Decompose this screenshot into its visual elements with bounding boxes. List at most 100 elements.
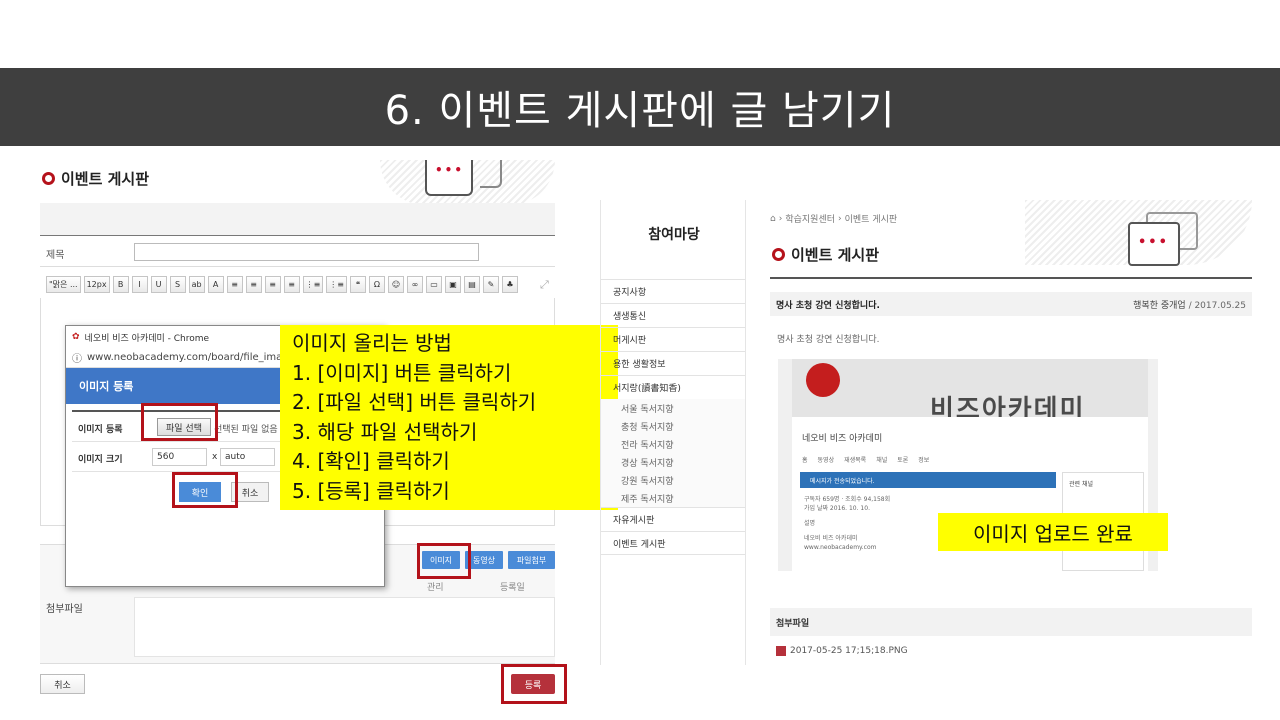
toolbar-button[interactable]: 12px (83, 275, 110, 293)
side-nav-item[interactable]: 서지랑(讀書知香) (601, 375, 745, 399)
board-title: 이벤트 게시판 (42, 168, 149, 189)
title-ring-icon (772, 248, 785, 261)
breadcrumb-item[interactable]: 학습지원센터 (785, 212, 835, 225)
callout-step: 3. 해당 파일 선택하기 (292, 419, 478, 444)
callout-step: 5. [등록] 클릭하기 (292, 478, 450, 503)
callout-step: 1. [이미지] 버튼 클릭하기 (292, 360, 512, 385)
side-nav-sub-item[interactable]: 충청 독서지향 (601, 417, 745, 435)
form-top-bar (40, 203, 555, 236)
side-nav-item-free-board[interactable]: 자유게시판 (601, 507, 745, 531)
info-icon: ⓘ (72, 354, 82, 365)
file-icon (776, 646, 786, 656)
callout-steps: 1. [이미지] 버튼 클릭하기 2. [파일 선택] 버튼 클릭하기 3. 해… (292, 359, 606, 507)
post-body: 명사 초청 강연 신청합니다. (777, 335, 880, 345)
title-divider (770, 277, 1252, 279)
toolbar-button[interactable]: ∞ (406, 275, 423, 293)
channel-logo-icon (806, 363, 840, 397)
attach-file-list (134, 597, 555, 657)
attach-label: 첨부파일 (46, 604, 83, 615)
subject-input[interactable] (134, 243, 479, 261)
post-date: / 2017.05.25 (1188, 300, 1246, 311)
shot-tabs: 홈 동영상 재생목록 채널 토론 정보 (802, 457, 930, 464)
highlight-file-select (141, 403, 218, 441)
side-nav-item[interactable]: 생생통신 (601, 303, 745, 327)
shot-alert: 메시지가 전송되었습니다. (800, 472, 1056, 488)
highlight-register-button (501, 664, 567, 704)
breadcrumb-item[interactable]: 이벤트 게시판 (845, 212, 898, 225)
side-nav-item[interactable]: 공지사항 (601, 279, 745, 303)
toolbar-button[interactable]: ≡ (283, 275, 300, 293)
attach-header: 첨부파일 (770, 608, 1252, 636)
home-icon[interactable]: ⌂ (770, 214, 776, 224)
toolbar-button[interactable]: S (169, 275, 186, 293)
side-nav-title: 참여마당 (648, 227, 700, 243)
toolbar-button[interactable]: A (207, 275, 224, 293)
toolbar-button[interactable]: ❝ (349, 275, 366, 293)
toolbar-button[interactable]: ☺ (387, 275, 404, 293)
callout-step: 2. [파일 선택] 버튼 클릭하기 (292, 390, 537, 414)
upload-done-callout: 이미지 업로드 완료 (938, 513, 1168, 551)
board-title: 이벤트 게시판 (772, 244, 879, 265)
toolbar-button[interactable]: Ω (368, 275, 385, 293)
instruction-callout: 이미지 올리는 방법 1. [이미지] 버튼 클릭하기 2. [파일 선택] 버… (280, 325, 618, 510)
site-logo-icon: ✿ (72, 332, 80, 342)
subject-row: 제목 (40, 237, 555, 267)
slide-title: 6. 이벤트 게시판에 글 남기기 (384, 88, 896, 134)
chevron-right-icon: › (838, 213, 842, 224)
side-nav-sub-item[interactable]: 전라 독서지향 (601, 435, 745, 453)
image-height-input[interactable]: auto (220, 448, 275, 466)
toolbar-button[interactable]: ⋮≡ (302, 275, 324, 293)
callout-step: 4. [확인] 클릭하기 (292, 449, 450, 473)
toolbar-button[interactable]: ≡ (264, 275, 281, 293)
times-sign: x (212, 452, 218, 462)
chat-bubble-back-icon (480, 160, 502, 188)
chat-bubble-icon: ••• (1128, 222, 1180, 266)
image-width-input[interactable]: 560 (152, 448, 207, 466)
attached-file[interactable]: 2017-05-25 17;15;18.PNG (776, 646, 908, 656)
subject-label: 제목 (46, 250, 65, 261)
toolbar-button[interactable]: B (112, 275, 129, 293)
toolbar-button[interactable]: ≡ (226, 275, 243, 293)
cancel-button[interactable]: 취소 (40, 674, 85, 694)
toolbar-button[interactable]: ≡ (245, 275, 262, 293)
toolbar-button[interactable]: ▭ (425, 275, 442, 293)
side-nav-sub-item[interactable]: 서울 독서지향 (601, 399, 745, 417)
column-date: 등록일 (500, 583, 525, 593)
side-nav-item[interactable]: 용한 생활정보 (601, 351, 745, 375)
side-nav-sub-item[interactable]: 경상 독서지향 (601, 453, 745, 471)
image-register-label: 이미지 등록 (78, 425, 123, 435)
shot-channel-name: 네오비 비즈 아카데미 (802, 434, 883, 444)
toolbar-button[interactable]: ⋮≡ (326, 275, 347, 293)
side-nav: 참여마당 공지사항 생생통신 머게시판 용한 생활정보 서지랑(讀書知香) 서울… (600, 200, 746, 665)
toolbar-button[interactable]: ▤ (463, 275, 480, 293)
highlight-image-button (417, 543, 471, 579)
side-nav-sub-item[interactable]: 강원 독서지향 (601, 471, 745, 489)
attach-file-button[interactable]: 파일첨부 (508, 551, 555, 569)
post-author[interactable]: 행복한 중개업 (1133, 301, 1186, 311)
toolbar-button[interactable]: "맑은 ... (46, 275, 81, 293)
post-view-panel: ••• ⌂ › 학습지원센터 › 이벤트 게시판 이벤트 게시판 명사 초청 강연 … (770, 200, 1252, 665)
highlight-ok-button (172, 472, 238, 508)
post-header: 명사 초청 강연 신청합니다. 행복한 중개업 / 2017.05.25 (770, 292, 1252, 316)
toolbar-button[interactable]: ✎ (482, 275, 499, 293)
image-size-label: 이미지 크기 (78, 455, 123, 465)
title-ring-icon (42, 172, 55, 185)
breadcrumb: ⌂ › 학습지원센터 › 이벤트 게시판 (770, 212, 898, 226)
toolbar-button[interactable]: ab (188, 275, 205, 293)
chevron-right-icon: › (778, 213, 783, 224)
side-nav-item-event-board[interactable]: 이벤트 게시판 (601, 531, 745, 555)
shot-banner: 비즈아카데미 (792, 359, 1148, 425)
callout-title: 이미지 올리는 방법 (292, 331, 452, 355)
side-nav-sub-item[interactable]: 제주 독서지향 (601, 489, 745, 507)
file-none-text: 선택된 파일 없음 (214, 425, 278, 435)
side-nav-item[interactable]: 머게시판 (601, 327, 745, 351)
toolbar-button[interactable]: U (150, 275, 167, 293)
toolbar-button[interactable]: ▣ (444, 275, 461, 293)
column-manage: 관리 (427, 583, 444, 593)
post-subject: 명사 초청 강연 신청합니다. (776, 300, 880, 311)
toolbar-button[interactable]: ♣ (501, 275, 518, 293)
chat-bubble-icon: ••• (425, 160, 473, 196)
shot-text: 구독자 659명 · 조회수 94,158회 가입 날짜 2016. 10. 1… (804, 496, 891, 551)
toolbar-button[interactable]: I (131, 275, 148, 293)
expand-icon[interactable]: ⤢ (540, 278, 549, 292)
